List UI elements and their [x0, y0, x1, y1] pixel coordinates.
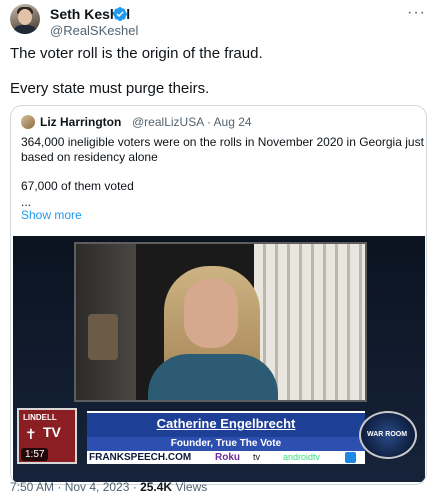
views-label: Views	[172, 480, 208, 494]
quoted-author-avatar[interactable]	[21, 115, 35, 129]
war-room-label: WAR ROOM	[367, 431, 408, 438]
show-more-link[interactable]: Show more	[21, 208, 82, 222]
lindell-logo-tv: TV	[43, 424, 61, 440]
author-avatar[interactable]	[10, 4, 40, 34]
speaker-title: Founder, True The Vote	[87, 437, 365, 451]
speaker-face	[184, 278, 238, 348]
verified-badge-icon	[113, 7, 128, 22]
author-handle[interactable]: @RealSKeshel	[50, 23, 138, 38]
android-tv-logo: androidtv	[283, 452, 321, 462]
broadcast-brand-bar: FRANKSPEECH.COM Roku tv androidtv	[87, 451, 365, 464]
apple-tv-logo: tv	[253, 452, 260, 462]
video-duration-badge: 1:57	[21, 448, 49, 461]
quoted-author-name[interactable]: Liz Harrington	[40, 115, 121, 129]
lindell-logo-top: LINDELL	[23, 413, 57, 422]
apple-tv-label: tv	[253, 452, 261, 462]
cross-icon: ✝	[25, 426, 37, 442]
tweet-timestamp[interactable]: 7:50 AM · Nov 4, 2023 ·	[10, 480, 140, 494]
tweet-text-line-1: The voter roll is the origin of the frau…	[10, 45, 263, 62]
quoted-text-line-1: 364,000 ineligible voters were on the ro…	[21, 135, 424, 149]
lower-third-name-bar: Catherine Engelbrecht	[87, 411, 365, 437]
video-frame	[74, 242, 367, 402]
more-options-icon[interactable]: ···	[407, 4, 426, 22]
video-player[interactable]: LINDELL ✝ TV Catherine Engelbrecht Found…	[13, 236, 425, 482]
quoted-text-ellipsis: ...	[21, 195, 32, 209]
speaker-body	[148, 354, 278, 400]
app-store-icon	[345, 452, 356, 463]
roku-logo: Roku	[215, 452, 240, 463]
quoted-author-handle[interactable]: @realLizUSA · Aug 24	[132, 115, 252, 129]
quoted-text-line-3: 67,000 of them voted	[21, 179, 134, 193]
background-lamp	[88, 314, 118, 360]
tweet-meta: 7:50 AM · Nov 4, 2023 · 25.4K Views	[10, 480, 207, 494]
war-room-logo: WAR ROOM	[359, 411, 417, 459]
tweet-text-line-2: Every state must purge theirs.	[10, 80, 210, 97]
speaker-name: Catherine Engelbrecht	[156, 416, 296, 431]
views-count: 25.4K	[140, 480, 173, 494]
frankspeech-brand: FRANKSPEECH.COM	[89, 452, 192, 463]
quoted-text-line-2: based on residency alone	[21, 150, 158, 164]
avatar-face	[18, 9, 32, 25]
quoted-tweet-card[interactable]: Liz Harrington @realLizUSA · Aug 24 364,…	[10, 105, 427, 485]
avatar-shirt	[12, 25, 38, 34]
